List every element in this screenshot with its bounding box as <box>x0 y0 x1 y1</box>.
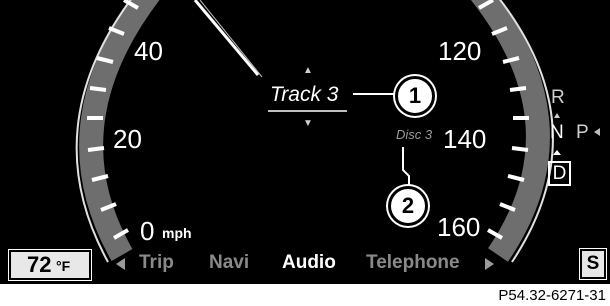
menu-item-telephone[interactable]: Telephone <box>366 252 460 274</box>
menu-left-arrow-icon <box>116 258 125 270</box>
speed-unit-label: mph <box>162 225 192 241</box>
track-down-arrow-icon: ▼ <box>303 118 313 129</box>
gear-up-arrow-icon <box>554 113 560 118</box>
menu-right-arrow-icon <box>485 258 494 270</box>
speed-needle <box>193 0 260 76</box>
track-title: Track 3 <box>270 83 339 106</box>
figure-id-label: P54.32-6271-31 <box>498 287 606 304</box>
temperature-unit: °F <box>56 258 71 274</box>
speed-label-20: 20 <box>113 124 142 154</box>
gear-d-up-arrow-icon <box>553 150 561 155</box>
speed-label-160: 160 <box>437 212 481 242</box>
callout-2-leader <box>402 147 410 186</box>
gear-p-arrow-icon <box>594 128 600 136</box>
gauge-graphics <box>75 0 600 270</box>
outside-temperature-display: 72 °F <box>9 250 91 280</box>
speed-label-40: 40 <box>134 36 163 66</box>
speed-label-0: 0 <box>140 216 155 246</box>
speed-label-120: 120 <box>438 36 482 66</box>
gear-r-label: R <box>551 87 565 108</box>
menu-item-trip[interactable]: Trip <box>139 252 174 274</box>
callout-1-badge: 1 <box>395 76 435 116</box>
disc-label: Disc 3 <box>396 127 433 142</box>
gear-n-label: N <box>550 122 564 143</box>
gear-p-label: P <box>576 122 589 143</box>
s-indicator: S <box>580 249 606 279</box>
menu-item-audio[interactable]: Audio <box>282 252 336 274</box>
temperature-value: 72 <box>27 252 52 277</box>
track-up-arrow-icon: ▲ <box>303 65 313 76</box>
callout-2-badge: 2 <box>388 186 428 226</box>
speed-label-140: 140 <box>443 124 487 154</box>
figure: 40 20 0 mph 120 140 160 ▲ Track 3 ▼ Disc… <box>0 0 610 306</box>
gear-d-selected-label: D <box>548 161 571 186</box>
speed-needle-glow <box>199 0 263 78</box>
instrument-cluster-display: 40 20 0 mph 120 140 160 ▲ Track 3 ▼ Disc… <box>0 0 610 284</box>
menu-item-navi[interactable]: Navi <box>209 252 249 274</box>
